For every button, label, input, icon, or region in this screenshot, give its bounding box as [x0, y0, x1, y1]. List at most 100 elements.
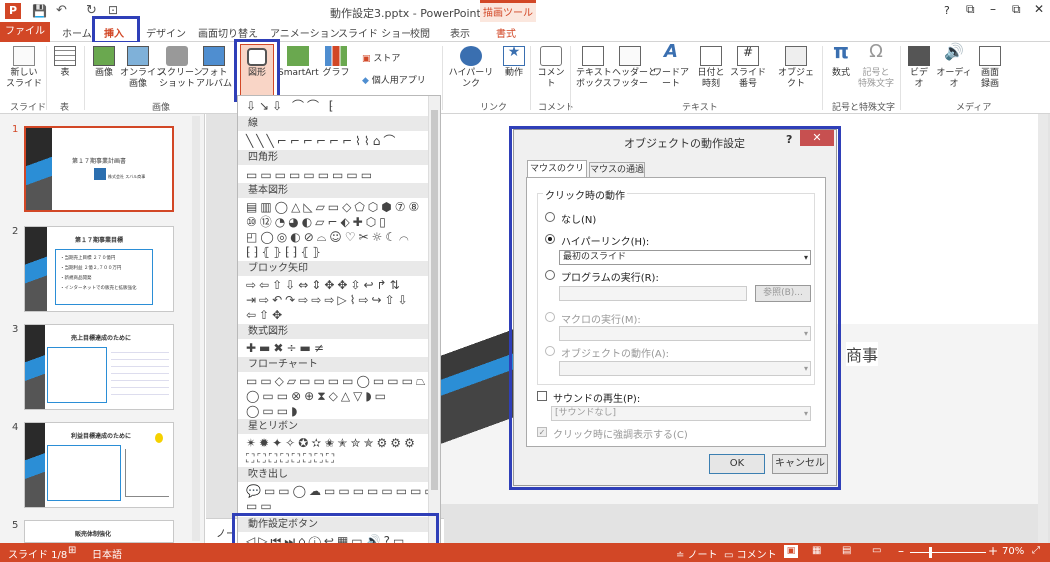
shape-row-arrows-3[interactable]: ⇦⇧✥: [246, 308, 285, 322]
video-button[interactable]: ビデオ: [906, 46, 932, 90]
gallery-scrollbar[interactable]: [428, 96, 440, 552]
object-select[interactable]: ▾: [559, 361, 811, 376]
slide-thumbnail-1[interactable]: 第１７期事業計画書 株式会社 スバル商事: [24, 126, 174, 212]
close-icon[interactable]: ✕: [1034, 2, 1044, 16]
header-footer-button[interactable]: ヘッダーと フッター: [612, 46, 657, 90]
sound-checkbox[interactable]: [537, 391, 547, 401]
image-button[interactable]: 画像: [90, 46, 118, 79]
tab-insert[interactable]: 挿入: [104, 25, 124, 40]
slide-thumbnail-3[interactable]: 売上目標達成のために: [24, 324, 174, 410]
textbox-button[interactable]: テキスト ボックス: [576, 46, 612, 90]
tab-home[interactable]: ホーム: [62, 25, 92, 40]
shape-row-arrows-2[interactable]: ⇥⇨↶↷⇨⇨⇨▷⌇⇨↪⇧⇩: [246, 293, 411, 307]
comment-button[interactable]: コメント: [536, 46, 566, 90]
new-slide-button[interactable]: 新しい スライド: [6, 46, 42, 90]
macro-select[interactable]: ▾: [559, 326, 811, 341]
gallery-scroll-thumb[interactable]: [431, 110, 438, 490]
notes-toggle[interactable]: ≐ ノート: [676, 546, 718, 561]
slide-thumbnail-4[interactable]: 利益目標達成のために: [24, 422, 174, 508]
shape-row-basic-2[interactable]: ⑩⑫◔◕◐▱⌐⬖✚⬡▯: [246, 215, 389, 229]
thumbnail-scrollbar[interactable]: [192, 116, 200, 541]
shape-row-basic-1[interactable]: ▤▥◯△◺▱▭◇⬠⬡⬢⑦⑧: [246, 200, 422, 214]
comments-toggle[interactable]: ▭ コメント: [724, 546, 777, 561]
shape-row-callouts[interactable]: 💬▭▭◯☁▭▭▭▭▭▭▭▭: [246, 484, 439, 498]
shape-row-math[interactable]: ✚▬✖÷▬≠: [246, 341, 327, 355]
table-button[interactable]: 表: [52, 46, 78, 79]
shape-row-basic-4[interactable]: ⁅⁆⦃⦄⁅⁆⦃⦄: [246, 245, 324, 259]
undo-icon[interactable]: ↶: [56, 3, 67, 18]
shape-row-callouts-2[interactable]: ▭▭: [246, 499, 275, 513]
cancel-button[interactable]: キャンセル: [772, 454, 828, 474]
tab-animations[interactable]: アニメーション: [270, 25, 340, 40]
ribbon-display-icon[interactable]: ⧉: [966, 2, 975, 17]
dialog-close-button[interactable]: ✕: [800, 130, 834, 146]
normal-view-icon[interactable]: ▣: [784, 545, 798, 558]
hyperlink-select[interactable]: 最初のスライド ▾: [559, 250, 811, 265]
zoom-level[interactable]: 70%: [1002, 546, 1024, 557]
slideshow-view-icon[interactable]: ▭: [872, 545, 881, 556]
save-icon[interactable]: 💾: [32, 4, 47, 18]
shape-row-flow-3[interactable]: ◯▭▭◗: [246, 404, 300, 418]
graph-button[interactable]: グラフ: [322, 46, 350, 79]
slide-number-button[interactable]: # スライド番号: [726, 46, 770, 90]
dialog-help-button[interactable]: ?: [786, 133, 792, 146]
shapes-button[interactable]: 図形: [240, 44, 274, 96]
tab-slideshow[interactable]: スライド ショー: [338, 25, 411, 40]
shape-row-recent[interactable]: ⇩↘⇩ ⌒⌒ ⁅: [246, 99, 336, 113]
fit-slide-icon[interactable]: ⤢: [1032, 545, 1040, 556]
shape-row-lines[interactable]: ╲╲╲⌐⌐⌐⌐⌐⌐⌇⌇⌂⌒: [246, 134, 398, 148]
vertical-scrollbar[interactable]: [1038, 114, 1048, 543]
zoom-slider-thumb[interactable]: [929, 547, 932, 558]
tab-transitions[interactable]: 画面切り替え: [198, 25, 258, 40]
sound-select[interactable]: [サウンドなし] ▾: [551, 406, 811, 421]
slide-thumbnail-5[interactable]: 販売体制強化: [24, 520, 174, 543]
spellcheck-icon[interactable]: ⊞: [68, 545, 76, 556]
object-button[interactable]: オブジェクト: [774, 46, 818, 90]
slide-sorter-icon[interactable]: ▦: [812, 545, 821, 556]
radio-none[interactable]: [545, 212, 555, 222]
ok-button[interactable]: OK: [709, 454, 765, 474]
shape-row-stars-1[interactable]: ✴✹✦✧✪✫✬✭✮✯⚙⚙⚙: [246, 436, 418, 450]
screenshot-button[interactable]: スクリーン ショット: [158, 46, 203, 90]
slideshow-icon[interactable]: ⊡: [108, 3, 118, 17]
reading-view-icon[interactable]: ▤: [842, 545, 851, 556]
minimize-icon[interactable]: –: [990, 2, 996, 16]
photo-album-button[interactable]: フォト アルバム: [196, 46, 232, 90]
shape-row-stars-2[interactable]: ⛶⛶⛶⛶⛶⛶⛶⛶: [246, 451, 337, 465]
redo-icon[interactable]: ↻: [86, 3, 97, 18]
hyperlink-button[interactable]: ハイパーリンク: [446, 46, 496, 90]
tab-mouse-click[interactable]: マウスのクリック: [527, 160, 587, 190]
zoom-out-button[interactable]: –: [898, 544, 904, 558]
language[interactable]: 日本語: [92, 546, 122, 561]
highlight-checkbox[interactable]: ✓: [537, 427, 547, 437]
maximize-icon[interactable]: ⧉: [1012, 2, 1021, 17]
datetime-button[interactable]: 日付と 時刻: [696, 46, 726, 90]
tab-file[interactable]: ファイル: [0, 22, 50, 42]
radio-object[interactable]: [545, 346, 555, 356]
store-button[interactable]: ▣ ストア: [362, 54, 402, 65]
tab-design[interactable]: デザイン: [146, 25, 186, 40]
action-button[interactable]: ★ 動作: [500, 45, 528, 79]
shape-row-rectangles[interactable]: ▭▭▭▭▭▭▭▭▭: [246, 168, 375, 182]
slide-thumbnail-2[interactable]: 第１７期事業目標 ・当期売上目標 ２７０億円 ・当期利益 ２億２,７００万円 ・…: [24, 226, 174, 312]
tab-view[interactable]: 表示: [450, 25, 470, 40]
equation-button[interactable]: π 数式: [828, 41, 854, 79]
wordart-button[interactable]: A ワードアート: [650, 43, 692, 90]
program-input[interactable]: [559, 286, 747, 301]
tab-review[interactable]: 校閲: [410, 25, 430, 40]
shape-row-flow-2[interactable]: ◯▭▭⊗⊕⧗◇△▽◗▭: [246, 389, 389, 403]
radio-macro[interactable]: [545, 312, 555, 322]
browse-button[interactable]: 参照(B)...: [755, 285, 811, 302]
radio-hyperlink[interactable]: [545, 234, 555, 244]
shape-row-arrows-1[interactable]: ⇨⇦⇧⇩⇔⇕✥✥⇳↩↱⇅: [246, 278, 403, 292]
screen-record-button[interactable]: 画面 録画: [976, 46, 1004, 90]
smartart-button[interactable]: SmartArt: [278, 46, 319, 79]
help-icon[interactable]: ?: [944, 4, 950, 17]
tab-mouse-over[interactable]: マウスの通過: [589, 162, 645, 178]
online-image-button[interactable]: オンライン 画像: [120, 46, 165, 90]
tab-format[interactable]: 書式: [496, 25, 516, 40]
shape-row-basic-3[interactable]: ◰◯◎◐⊘⌓☺♡✂☼☾⌒: [246, 230, 412, 244]
symbol-button[interactable]: Ω 記号と 特殊文字: [856, 43, 896, 90]
personal-apps-button[interactable]: ◆ 個人用アプリ: [362, 76, 438, 87]
zoom-in-button[interactable]: +: [988, 544, 998, 558]
